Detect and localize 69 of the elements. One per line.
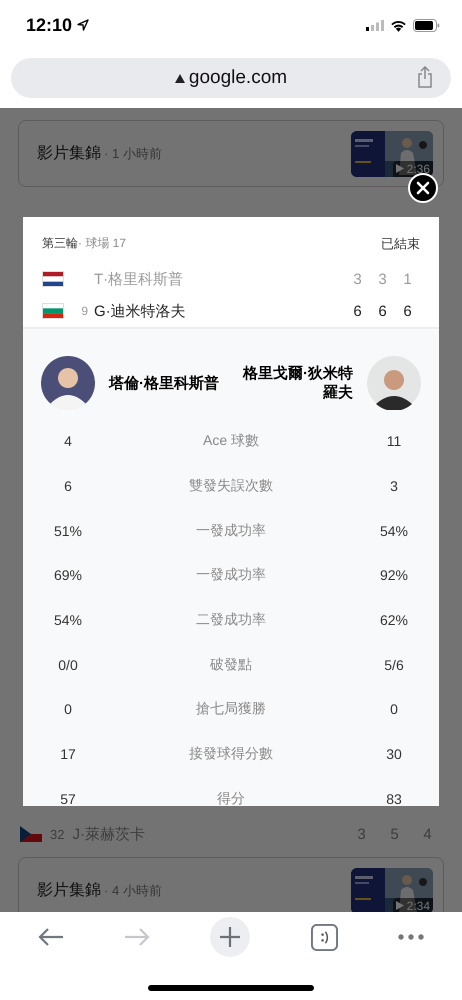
close-icon: [416, 181, 430, 195]
url-text: google.com: [188, 67, 288, 89]
stat-label: 得分: [216, 790, 246, 806]
stat-label: 接發球得分數: [188, 745, 274, 764]
video-age: · 1 小時前: [104, 144, 162, 162]
set-score: 1: [402, 270, 413, 288]
flag-icon: [20, 826, 42, 842]
stat-value: 54%: [378, 522, 410, 539]
player-name: 塔倫·格里科斯普: [109, 374, 219, 392]
stat-value: 0: [63, 701, 73, 718]
match-round: 第三輪· 球場 17: [42, 235, 126, 252]
stat-value: 5/6: [383, 656, 405, 673]
close-button[interactable]: [408, 173, 438, 203]
stat-value: 57: [59, 790, 77, 806]
stat-value: 62%: [378, 612, 410, 628]
stat-value: 54%: [52, 612, 84, 628]
stat-value: 69%: [52, 567, 84, 584]
warning-icon: [174, 74, 185, 82]
status-time: 12:10: [26, 14, 72, 36]
wifi-icon: [390, 18, 407, 32]
video-title: 影片集錦: [37, 880, 101, 901]
stat-value: 4: [63, 433, 73, 450]
player-name: G·迪米特洛夫: [94, 302, 186, 320]
set-score: 6: [377, 302, 388, 320]
avatar: [41, 356, 95, 410]
tab-switcher-icon[interactable]: [310, 924, 338, 950]
plus-icon: [220, 927, 240, 947]
stat-value: 51%: [52, 522, 84, 539]
set-score: 6: [402, 302, 413, 320]
stat-value: 0/0: [57, 656, 79, 673]
battery-icon: [413, 18, 440, 32]
stat-value: 6: [63, 478, 73, 494]
stat-label: 二發成功率: [195, 611, 267, 630]
flag-icon: [42, 271, 64, 287]
share-icon[interactable]: [417, 66, 433, 88]
back-icon[interactable]: [38, 927, 64, 947]
new-tab-button[interactable]: [210, 917, 250, 957]
avatar: [367, 356, 421, 410]
video-title: 影片集錦: [37, 144, 101, 164]
player-name: 格里戈爾·狄米特羅夫: [242, 364, 353, 402]
set-score: 3: [352, 270, 363, 288]
stat-value: 11: [386, 433, 402, 450]
address-bar[interactable]: google.com: [11, 58, 451, 98]
stat-value: 3: [389, 478, 399, 494]
signal-icon: [366, 20, 384, 30]
set-score: 3: [377, 270, 388, 288]
stat-label: 搶七局獲勝: [195, 700, 267, 718]
stat-value: 30: [385, 746, 403, 762]
seed-number: 9: [81, 304, 88, 318]
play-icon: [396, 164, 404, 173]
player-name: T·格里科斯普: [94, 270, 184, 288]
location-arrow-icon: [77, 19, 90, 31]
stat-label: 一發成功率: [195, 566, 267, 584]
stat-value: 83: [385, 790, 403, 806]
video-duration: 2:36: [406, 162, 430, 176]
flag-icon: [42, 303, 64, 319]
stat-label: 雙發失誤次數: [188, 477, 274, 496]
match-status: 已結束: [381, 235, 420, 253]
stat-value: 17: [59, 746, 77, 762]
stat-value: 92%: [378, 567, 410, 584]
video-age: · 4 小時前: [104, 882, 162, 900]
set-score: 6: [352, 302, 363, 320]
play-icon: [396, 901, 404, 910]
video-card[interactable]: 影片集錦 · 1 小時前 2:36: [18, 120, 444, 187]
stat-label: 破發點: [209, 656, 253, 674]
stat-label: 一發成功率: [195, 522, 267, 540]
video-duration: 2:34: [406, 898, 430, 912]
stat-label: Ace 球數: [202, 432, 260, 450]
stat-value: 0: [389, 701, 399, 718]
